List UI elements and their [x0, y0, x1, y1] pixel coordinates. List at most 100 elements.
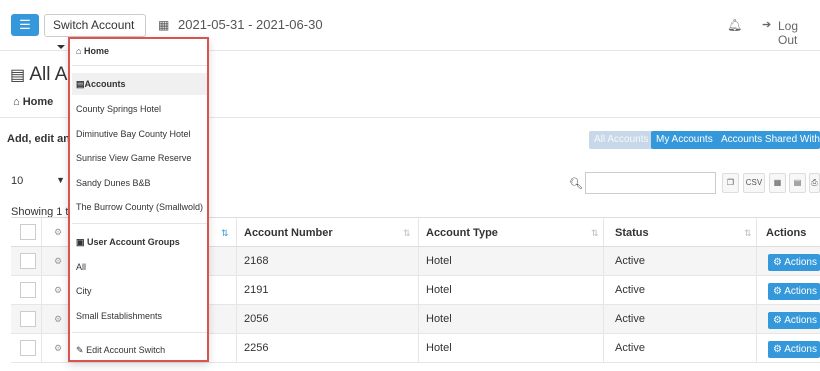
- row-icon: ⚙: [54, 314, 63, 324]
- column-divider: [756, 218, 757, 246]
- row-icon: ⚙: [54, 256, 63, 266]
- column-divider: [756, 305, 757, 333]
- all-accounts-button[interactable]: All Accounts: [589, 131, 654, 149]
- dropdown-divider: [72, 65, 207, 66]
- copy-icon[interactable]: ❐: [722, 173, 739, 193]
- excel-icon[interactable]: ▦: [769, 173, 786, 193]
- shared-accounts-button[interactable]: Accounts Shared With Me: [716, 131, 820, 149]
- column-divider: [603, 334, 604, 362]
- column-divider: [418, 247, 419, 275]
- page-length-select[interactable]: 10 ▼: [11, 175, 69, 193]
- column-divider: [236, 334, 237, 362]
- sort-asc-icon[interactable]: ⇅: [221, 228, 229, 239]
- building-icon: ▤: [76, 79, 85, 89]
- dropdown-account-item[interactable]: Sunrise View Game Reserve: [76, 153, 191, 163]
- dropdown-home-label: Home: [83, 46, 109, 56]
- search-input[interactable]: [585, 172, 716, 194]
- account-type: Hotel: [426, 313, 452, 325]
- column-divider: [756, 334, 757, 362]
- actions-label: Actions: [784, 315, 817, 326]
- dropdown-groups-header: ▣ User Account Groups: [76, 237, 180, 248]
- row-checkbox[interactable]: [20, 311, 36, 327]
- row-checkbox[interactable]: [20, 253, 36, 269]
- column-divider: [41, 305, 42, 333]
- column-divider: [418, 276, 419, 304]
- row-checkbox[interactable]: [20, 282, 36, 298]
- column-divider: [603, 276, 604, 304]
- account-type: Hotel: [426, 255, 452, 267]
- row-icon: ⚙: [54, 285, 63, 295]
- calendar-icon: ▦: [158, 18, 170, 32]
- gear-icon: ⚙: [773, 315, 782, 326]
- sort-icon[interactable]: ⇅: [591, 228, 599, 239]
- groups-header-label: User Account Groups: [87, 237, 180, 247]
- column-divider: [236, 305, 237, 333]
- bell-icon[interactable]: 🔔︎: [727, 18, 742, 32]
- dropdown-group-item[interactable]: City: [76, 286, 92, 296]
- breadcrumb[interactable]: ⌂ Home: [13, 96, 53, 108]
- dropdown-home[interactable]: ⌂ Home: [76, 46, 109, 56]
- date-range-picker[interactable]: 2021-05-31 - 2021-06-30: [178, 17, 323, 32]
- select-all-checkbox[interactable]: [20, 224, 36, 240]
- search-icon: 🔍︎: [569, 178, 583, 190]
- group-icon: ▣: [76, 237, 85, 247]
- account-number: 2191: [244, 284, 269, 296]
- dropdown-account-item[interactable]: Diminutive Bay County Hotel: [76, 129, 191, 139]
- column-header-account-number[interactable]: Account Number: [244, 227, 333, 239]
- hamburger-menu-button[interactable]: ☰: [11, 14, 39, 36]
- account-status: Active: [615, 342, 645, 354]
- gear-icon: ⚙: [773, 257, 782, 268]
- actions-button[interactable]: ⚙ Actions: [768, 254, 820, 271]
- sort-icon[interactable]: ⇅: [403, 228, 411, 239]
- switch-account-label: Switch Account: [53, 18, 135, 32]
- logout-icon[interactable]: ➔: [762, 18, 771, 31]
- gear-icon: ⚙: [773, 286, 782, 297]
- account-status: Active: [615, 313, 645, 325]
- caret-down-icon: [57, 44, 65, 49]
- pdf-icon[interactable]: ▤: [789, 173, 806, 193]
- dropdown-group-item[interactable]: Small Establishments: [76, 311, 162, 321]
- sort-icon[interactable]: ⇅: [744, 228, 752, 239]
- actions-button[interactable]: ⚙ Actions: [768, 283, 820, 300]
- switch-account-button[interactable]: Switch Account: [44, 14, 146, 49]
- dropdown-divider: [72, 223, 207, 224]
- page-length-value: 10: [11, 175, 24, 187]
- column-divider: [603, 305, 604, 333]
- account-number: 2256: [244, 342, 269, 354]
- column-divider: [236, 218, 237, 246]
- column-divider: [41, 218, 42, 246]
- logout-link[interactable]: Log Out: [778, 19, 820, 47]
- page-title: ▤ All A: [10, 64, 67, 86]
- column-divider: [236, 247, 237, 275]
- dropdown-account-item[interactable]: County Springs Hotel: [76, 104, 161, 114]
- account-number: 2056: [244, 313, 269, 325]
- column-divider: [41, 247, 42, 275]
- dropdown-account-item[interactable]: The Burrow County (Smallwold): [76, 202, 203, 212]
- dropdown-group-item[interactable]: All: [76, 262, 86, 272]
- print-icon[interactable]: ⎙: [809, 173, 820, 193]
- csv-button[interactable]: CSV: [743, 173, 765, 193]
- my-accounts-button[interactable]: My Accounts: [651, 131, 718, 149]
- csv-label: CSV: [745, 178, 763, 187]
- column-divider: [756, 247, 757, 275]
- column-divider: [41, 276, 42, 304]
- row-checkbox[interactable]: [20, 340, 36, 356]
- pencil-icon: ✎: [76, 345, 84, 355]
- actions-label: Actions: [784, 286, 817, 297]
- column-header-actions: Actions: [766, 227, 807, 239]
- actions-label: Actions: [784, 257, 817, 268]
- column-divider: [418, 218, 419, 246]
- actions-button[interactable]: ⚙ Actions: [768, 341, 820, 358]
- account-type: Hotel: [426, 284, 452, 296]
- account-status: Active: [615, 284, 645, 296]
- page-title-text: All A: [29, 64, 68, 85]
- column-divider: [603, 247, 604, 275]
- dropdown-account-item[interactable]: Sandy Dunes B&B: [76, 178, 151, 188]
- dropdown-edit-switch[interactable]: ✎ Edit Account Switch: [76, 345, 165, 356]
- column-divider: [603, 218, 604, 246]
- actions-button[interactable]: ⚙ Actions: [768, 312, 820, 329]
- building-icon: ▤: [10, 67, 26, 84]
- breadcrumb-home[interactable]: Home: [23, 96, 54, 108]
- column-header-account-type[interactable]: Account Type: [426, 227, 498, 239]
- column-header-status[interactable]: Status: [615, 227, 649, 239]
